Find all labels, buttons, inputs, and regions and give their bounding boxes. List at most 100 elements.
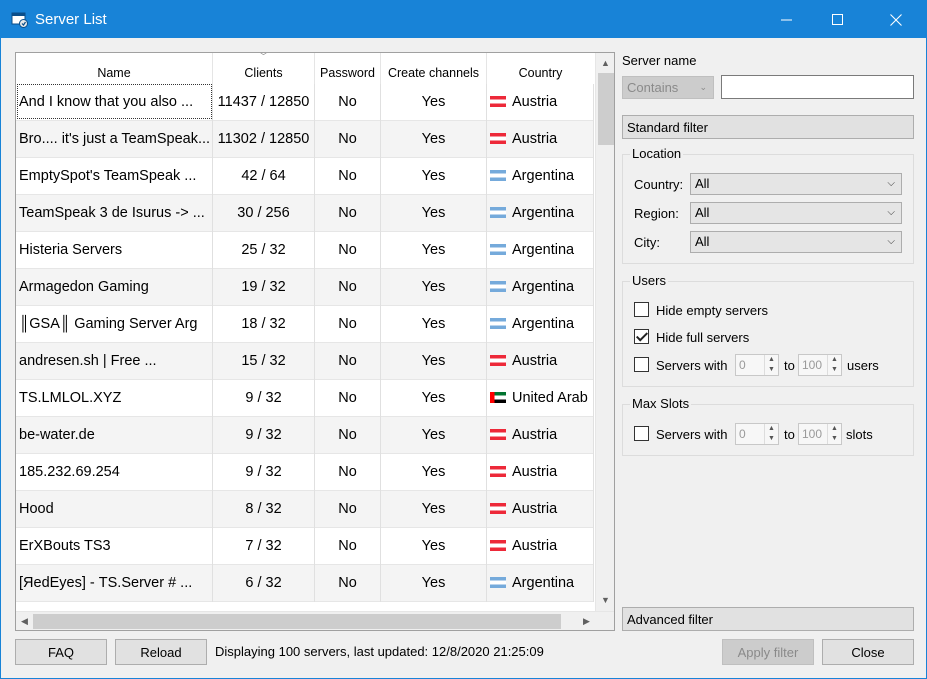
spinner-arrows-icon[interactable]: ▲ ▼ — [764, 424, 778, 444]
users-min-spinner[interactable]: 0 ▲ ▼ — [735, 354, 779, 376]
advanced-filter-button[interactable]: Advanced filter — [622, 607, 914, 631]
hide-empty-checkbox[interactable] — [634, 302, 649, 317]
column-header-name[interactable]: Name — [16, 53, 213, 84]
flag-at-icon — [490, 132, 506, 144]
table-row[interactable]: Histeria Servers 25 / 32 No Yes Argentina — [16, 232, 594, 269]
table-row[interactable]: [ЯedEyes] - TS.Server # ... 6 / 32 No Yes Ar… — [16, 565, 594, 602]
hide-full-label[interactable]: Hide full servers — [656, 330, 749, 345]
country-name: Austria — [512, 131, 558, 147]
password-cell: No — [315, 269, 381, 306]
flag-at-icon — [490, 428, 506, 440]
password-cell: No — [315, 343, 381, 380]
flag-at-icon — [490, 465, 506, 477]
table-row[interactable]: ║GSA║ Gaming Server Arg 18 / 32 No Yes Argen… — [16, 306, 594, 343]
status-text: Displaying 100 servers, last updated: 12… — [215, 644, 544, 659]
spinner-arrows-icon[interactable]: ▲ ▼ — [827, 355, 841, 375]
server-name-cell: Armagedon Gaming — [16, 269, 213, 306]
sort-descending-icon: ﹀ — [259, 52, 268, 61]
country-cell: Argentina — [487, 565, 594, 602]
column-header-create-channels[interactable]: Create channels — [381, 53, 487, 84]
reload-button[interactable]: Reload — [115, 639, 207, 665]
table-header: Name ﹀ Clients Password Create channels … — [16, 53, 594, 84]
server-name-cell: Histeria Servers — [16, 232, 213, 269]
clients-cell: 9 / 32 — [213, 417, 315, 454]
table-row[interactable]: Armagedon Gaming 19 / 32 No Yes Argentina — [16, 269, 594, 306]
faq-button[interactable]: FAQ — [15, 639, 107, 665]
table-row[interactable]: TeamSpeak 3 de Isurus -> ... 30 / 256 No Ye… — [16, 195, 594, 232]
horizontal-scroll-thumb[interactable] — [33, 614, 561, 629]
hide-full-checkbox[interactable] — [634, 329, 649, 344]
scroll-up-icon[interactable]: ▲ — [596, 54, 614, 71]
minimize-button[interactable] — [764, 1, 810, 38]
server-name-cell: ErXBouts TS3 — [16, 528, 213, 565]
slots-max-value: 100 — [802, 427, 823, 441]
flag-ar-icon — [490, 576, 506, 588]
create-channels-cell: Yes — [381, 269, 487, 306]
create-channels-cell: Yes — [381, 306, 487, 343]
flag-ae-icon — [490, 391, 506, 403]
country-name: Argentina — [512, 205, 575, 221]
city-select[interactable]: All ⌵ — [690, 231, 902, 253]
column-header-password[interactable]: Password — [315, 53, 381, 84]
server-name-input[interactable] — [721, 75, 914, 99]
close-window-button[interactable] — [873, 1, 919, 38]
country-name: Argentina — [512, 575, 575, 591]
country-select[interactable]: All ⌵ — [690, 173, 902, 195]
country-name: United Arab — [512, 390, 588, 406]
column-header-label: Clients — [244, 66, 283, 80]
servers-with-slots-checkbox[interactable] — [634, 426, 649, 441]
servers-with-users-label[interactable]: Servers with — [656, 358, 728, 373]
city-label: City: — [634, 235, 660, 250]
title-bar[interactable]: Server List — [1, 1, 926, 38]
table-row[interactable]: andresen.sh | Free ... 15 / 32 No Yes Austri… — [16, 343, 594, 380]
country-name: Austria — [512, 353, 558, 369]
servers-with-users-checkbox[interactable] — [634, 357, 649, 372]
clients-cell: 42 / 64 — [213, 158, 315, 195]
standard-filter-button[interactable]: Standard filter — [622, 115, 914, 139]
flag-ar-icon — [490, 169, 506, 181]
horizontal-scrollbar[interactable]: ◀ ▶ — [16, 611, 614, 630]
max-slots-group-title: Max Slots — [630, 396, 692, 411]
table-row[interactable]: And I know that you also ... 11437 / 1285… — [16, 84, 594, 121]
spinner-arrows-icon[interactable]: ▲ ▼ — [827, 424, 841, 444]
clients-cell: 11437 / 12850 — [213, 84, 315, 121]
country-label: Country: — [634, 177, 684, 192]
vertical-scrollbar[interactable]: ▲ ▼ — [595, 53, 614, 613]
hide-empty-label[interactable]: Hide empty servers — [656, 303, 768, 318]
country-cell: Argentina — [487, 158, 594, 195]
country-name: Austria — [512, 538, 558, 554]
create-channels-cell: Yes — [381, 232, 487, 269]
table-row[interactable]: be-water.de 9 / 32 No Yes Austria — [16, 417, 594, 454]
password-cell: No — [315, 195, 381, 232]
close-button[interactable]: Close — [822, 639, 914, 665]
table-row[interactable]: ErXBouts TS3 7 / 32 No Yes Austria — [16, 528, 594, 565]
slots-min-value: 0 — [739, 427, 746, 441]
region-select[interactable]: All ⌵ — [690, 202, 902, 224]
country-cell: Argentina — [487, 269, 594, 306]
users-max-spinner[interactable]: 100 ▲ ▼ — [798, 354, 842, 376]
vertical-scroll-thumb[interactable] — [598, 73, 614, 145]
slots-min-spinner[interactable]: 0 ▲ ▼ — [735, 423, 779, 445]
minimize-icon — [781, 19, 792, 20]
table-row[interactable]: TS.LMLOL.XYZ 9 / 32 No Yes United Arab — [16, 380, 594, 417]
table-row[interactable]: Bro.... it's just a TeamSpeak... 11302 / … — [16, 121, 594, 158]
table-row[interactable]: Hood 8 / 32 No Yes Austria — [16, 491, 594, 528]
table-row[interactable]: EmptySpot's TeamSpeak ... 42 / 64 No Yes Arg… — [16, 158, 594, 195]
clients-cell: 19 / 32 — [213, 269, 315, 306]
country-cell: Austria — [487, 454, 594, 491]
column-header-country[interactable]: Country — [487, 53, 594, 84]
server-table[interactable]: Name ﹀ Clients Password Create channels … — [15, 52, 615, 631]
spinner-arrows-icon[interactable]: ▲ ▼ — [764, 355, 778, 375]
scroll-left-icon[interactable]: ◀ — [16, 612, 33, 630]
match-mode-select[interactable]: Contains ⌄ — [622, 76, 714, 99]
flag-ar-icon — [490, 206, 506, 218]
column-header-clients[interactable]: ﹀ Clients — [213, 53, 315, 84]
maximize-button[interactable] — [815, 1, 861, 38]
scroll-right-icon[interactable]: ▶ — [578, 612, 595, 630]
slots-max-spinner[interactable]: 100 ▲ ▼ — [798, 423, 842, 445]
scroll-down-icon[interactable]: ▼ — [596, 591, 614, 608]
country-cell: Austria — [487, 491, 594, 528]
apply-filter-button[interactable]: Apply filter — [722, 639, 814, 665]
servers-with-slots-label[interactable]: Servers with — [656, 427, 728, 442]
table-row[interactable]: 185.232.69.254 9 / 32 No Yes Austria — [16, 454, 594, 491]
